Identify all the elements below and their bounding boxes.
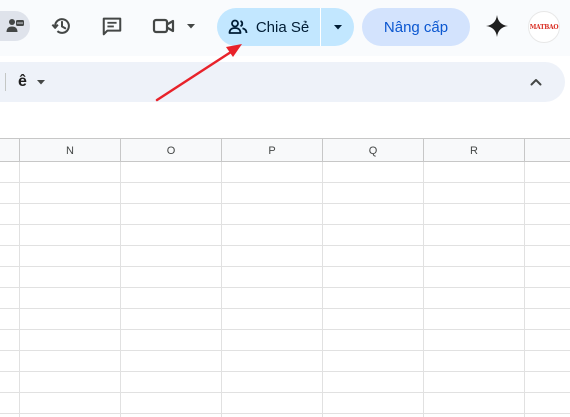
input-tools-menu[interactable]: ê (18, 71, 47, 93)
formatting-toolbar: ê (0, 62, 565, 102)
gemini-button[interactable] (482, 11, 512, 41)
column-header-n[interactable]: N (19, 139, 120, 162)
column-gridline (524, 162, 525, 417)
row-gridline (0, 182, 570, 183)
upgrade-button[interactable]: Nâng cấp (362, 8, 470, 46)
top-bar: Chia Sẻ Nâng cấp MATBAO (0, 0, 570, 56)
account-avatar[interactable]: MATBAO (528, 11, 560, 43)
column-header-next[interactable] (524, 139, 570, 162)
column-gridline (19, 162, 20, 417)
row-gridline (0, 287, 570, 288)
caret-down-icon (187, 24, 195, 29)
spreadsheet-grid: N O P Q R (0, 138, 570, 417)
column-gridline (120, 162, 121, 417)
row-gridline (0, 308, 570, 309)
caret-down-icon (333, 25, 342, 30)
column-gridline (221, 162, 222, 417)
row-gridline (0, 371, 570, 372)
comments-button[interactable] (97, 11, 127, 41)
formula-bar[interactable] (0, 104, 570, 138)
toolbar-divider (5, 73, 6, 91)
history-icon (51, 18, 70, 34)
share-options-button[interactable] (321, 8, 354, 46)
column-header-o[interactable]: O (120, 139, 221, 162)
row-gridline (0, 245, 570, 246)
row-gridline (0, 392, 570, 393)
row-gridline (0, 413, 570, 414)
row-gridline (0, 329, 570, 330)
people-icon (228, 19, 248, 34)
collapse-menus-button[interactable] (524, 70, 548, 94)
row-gridline (0, 350, 570, 351)
person-settings-icon (6, 19, 24, 32)
chevron-up-icon (530, 79, 542, 86)
row-gridline (0, 224, 570, 225)
column-gridline (322, 162, 323, 417)
version-history-button[interactable] (47, 11, 77, 41)
share-button-group: Chia Sẻ (217, 8, 354, 46)
row-gridline (0, 266, 570, 267)
column-gridline (423, 162, 424, 417)
column-header-q[interactable]: Q (322, 139, 423, 162)
cell-area[interactable] (0, 162, 570, 417)
input-tools-label: ê (18, 73, 27, 90)
meet-button[interactable] (150, 11, 200, 41)
video-camera-icon (152, 18, 175, 34)
share-button-label: Chia Sẻ (255, 18, 310, 36)
column-header-p[interactable]: P (221, 139, 322, 162)
row-gridline (0, 203, 570, 204)
column-header-r[interactable]: R (423, 139, 524, 162)
sparkle-icon (486, 15, 508, 37)
profile-settings-button[interactable] (0, 11, 30, 41)
caret-down-icon (36, 80, 45, 85)
comment-icon (102, 17, 122, 36)
column-header-row: N O P Q R (0, 138, 570, 162)
share-button[interactable]: Chia Sẻ (217, 8, 320, 46)
